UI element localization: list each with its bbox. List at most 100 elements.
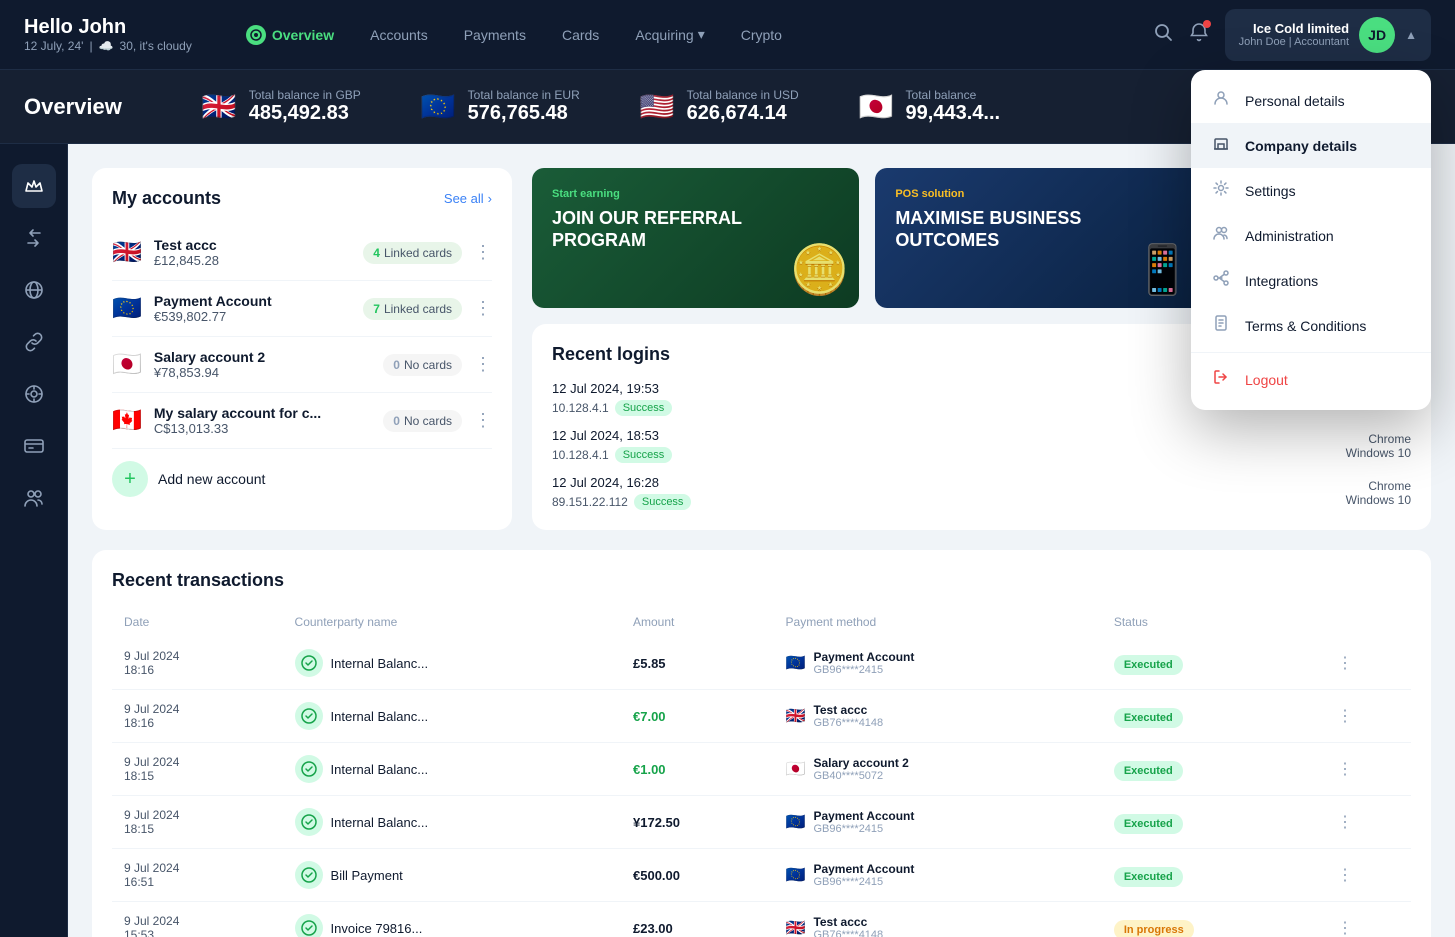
- accounts-title: My accounts: [112, 188, 221, 209]
- sidebar-item-card[interactable]: [12, 424, 56, 468]
- user-profile-button[interactable]: Ice Cold limited John Doe | Accountant J…: [1225, 9, 1431, 61]
- transactions-title: Recent transactions: [112, 570, 1411, 591]
- col-actions: [1325, 607, 1411, 637]
- nav-right: Ice Cold limited John Doe | Accountant J…: [1153, 9, 1431, 61]
- status-badge: Success: [615, 447, 673, 463]
- account-item: 🇪🇺 Payment Account €539,802.77 7 Linked …: [112, 281, 492, 337]
- transaction-more-button[interactable]: ⋮: [1337, 920, 1353, 937]
- dropdown-administration[interactable]: Administration: [1191, 213, 1431, 258]
- tx-actions: ⋮: [1325, 743, 1411, 796]
- col-amount: Amount: [621, 607, 774, 637]
- balance-eur: 🇪🇺 Total balance in EUR 576,765.48: [421, 88, 580, 125]
- nav-overview[interactable]: Overview: [232, 17, 348, 53]
- status-badge: Success: [615, 400, 673, 416]
- transaction-more-button[interactable]: ⋮: [1337, 867, 1353, 884]
- tx-date: 9 Jul 202418:16: [112, 690, 283, 743]
- counterparty-icon: [295, 914, 323, 937]
- tx-counterparty: Invoice 79816...: [283, 902, 621, 937]
- tx-actions: ⋮: [1325, 849, 1411, 902]
- acquiring-chevron-icon: ▾: [698, 26, 705, 43]
- transaction-more-button[interactable]: ⋮: [1337, 655, 1353, 672]
- dropdown-divider: [1191, 352, 1431, 353]
- nav-accounts[interactable]: Accounts: [356, 19, 442, 51]
- accounts-see-all[interactable]: See all ›: [444, 191, 492, 206]
- counterparty-icon: [295, 808, 323, 836]
- status-badge: Executed: [1114, 867, 1183, 887]
- settings-icon: [1211, 180, 1231, 201]
- dropdown-logout[interactable]: Logout: [1191, 357, 1431, 402]
- dropdown-company-details-label: Company details: [1245, 138, 1357, 154]
- account-more-button[interactable]: ⋮: [474, 298, 492, 319]
- transaction-more-button[interactable]: ⋮: [1337, 761, 1353, 778]
- account-item: 🇬🇧 Test accc £12,845.28 4 Linked cards ⋮: [112, 225, 492, 281]
- account-more-button[interactable]: ⋮: [474, 354, 492, 375]
- tx-date: 9 Jul 202415:53: [112, 902, 283, 937]
- notifications-button[interactable]: [1189, 22, 1209, 47]
- tx-status: Executed: [1102, 849, 1325, 902]
- transactions-card: Recent transactions Date Counterparty na…: [92, 550, 1431, 937]
- dropdown-integrations[interactable]: Integrations: [1191, 258, 1431, 303]
- dropdown-personal-details[interactable]: Personal details: [1191, 78, 1431, 123]
- account-more-button[interactable]: ⋮: [474, 242, 492, 263]
- balance-gbp: 🇬🇧 Total balance in GBP 485,492.83: [202, 88, 361, 125]
- sidebar-item-globe[interactable]: [12, 268, 56, 312]
- table-row: 9 Jul 202415:53 Invoice 79816... £23.00 …: [112, 902, 1411, 937]
- account-flag-eur: 🇪🇺: [112, 294, 142, 323]
- tx-amount: €1.00: [621, 743, 774, 796]
- tx-payment: 🇬🇧 Test accc GB76****4148: [774, 902, 1102, 937]
- eur-amount: 576,765.48: [468, 102, 580, 125]
- sidebar-item-crown[interactable]: [12, 164, 56, 208]
- tx-status: Executed: [1102, 796, 1325, 849]
- account-item: 🇯🇵 Salary account 2 ¥78,853.94 0 No card…: [112, 337, 492, 393]
- account-more-button[interactable]: ⋮: [474, 410, 492, 431]
- transaction-more-button[interactable]: ⋮: [1337, 814, 1353, 831]
- tx-status: Executed: [1102, 743, 1325, 796]
- counterparty-icon: [295, 755, 323, 783]
- search-button[interactable]: [1153, 22, 1173, 47]
- payment-flag-icon: 🇯🇵: [786, 759, 806, 779]
- col-status: Status: [1102, 607, 1325, 637]
- dropdown-settings[interactable]: Settings: [1191, 168, 1431, 213]
- tx-actions: ⋮: [1325, 796, 1411, 849]
- promo-coin-icon: 🪙: [790, 241, 850, 298]
- login-item: 12 Jul 2024, 16:28 89.151.22.112 Success…: [552, 475, 1411, 510]
- add-icon: +: [112, 461, 148, 497]
- dropdown-company-details[interactable]: Company details: [1191, 123, 1431, 168]
- sidebar-item-link[interactable]: [12, 320, 56, 364]
- avatar: JD: [1359, 17, 1395, 53]
- user-info: Ice Cold limited John Doe | Accountant: [1239, 21, 1350, 48]
- sidebar-item-analytics[interactable]: [12, 372, 56, 416]
- dropdown-terms-label: Terms & Conditions: [1245, 318, 1366, 334]
- balance-jpy: 🇯🇵 Total balance 99,443.4...: [859, 88, 1000, 125]
- usd-amount: 626,674.14: [687, 102, 799, 125]
- nav-crypto[interactable]: Crypto: [727, 19, 796, 51]
- balance-usd: 🇺🇸 Total balance in USD 626,674.14: [640, 88, 799, 125]
- brand-subtitle: 12 July, 24' | ☁️ 30, it's cloudy: [24, 39, 192, 53]
- sidebar-item-users[interactable]: [12, 476, 56, 520]
- promo-card-referral[interactable]: Start earning JOIN OUR REFERRAL PROGRAM …: [532, 168, 859, 308]
- status-badge: In progress: [1114, 920, 1194, 937]
- status-badge: Success: [634, 494, 692, 510]
- transaction-more-button[interactable]: ⋮: [1337, 708, 1353, 725]
- account-item: 🇨🇦 My salary account for c... C$13,013.3…: [112, 393, 492, 449]
- col-date: Date: [112, 607, 283, 637]
- tx-counterparty: Internal Balanc...: [283, 637, 621, 690]
- gbp-flag-icon: 🇬🇧: [202, 90, 237, 123]
- login-item: 12 Jul 2024, 18:53 10.128.4.1 Success Ch…: [552, 428, 1411, 463]
- building-icon: [1211, 135, 1231, 156]
- nav-acquiring[interactable]: Acquiring ▾: [621, 18, 718, 51]
- promo-tag: POS solution: [895, 188, 1182, 200]
- promo-pos-icon: 📱: [1133, 241, 1193, 298]
- dropdown-terms[interactable]: Terms & Conditions: [1191, 303, 1431, 348]
- tx-date: 9 Jul 202418:16: [112, 637, 283, 690]
- dropdown-logout-label: Logout: [1245, 372, 1288, 388]
- person-icon: [1211, 90, 1231, 111]
- sidebar-item-transfer[interactable]: [12, 216, 56, 260]
- nav-cards[interactable]: Cards: [548, 19, 613, 51]
- gbp-label: Total balance in GBP: [249, 88, 361, 102]
- add-account-button[interactable]: + Add new account: [112, 449, 492, 509]
- nav-payments[interactable]: Payments: [450, 19, 540, 51]
- tx-amount: ¥172.50: [621, 796, 774, 849]
- promo-card-pos[interactable]: POS solution MAXIMISE BUSINESS OUTCOMES …: [875, 168, 1202, 308]
- brand-weather: 30, it's cloudy: [120, 39, 192, 53]
